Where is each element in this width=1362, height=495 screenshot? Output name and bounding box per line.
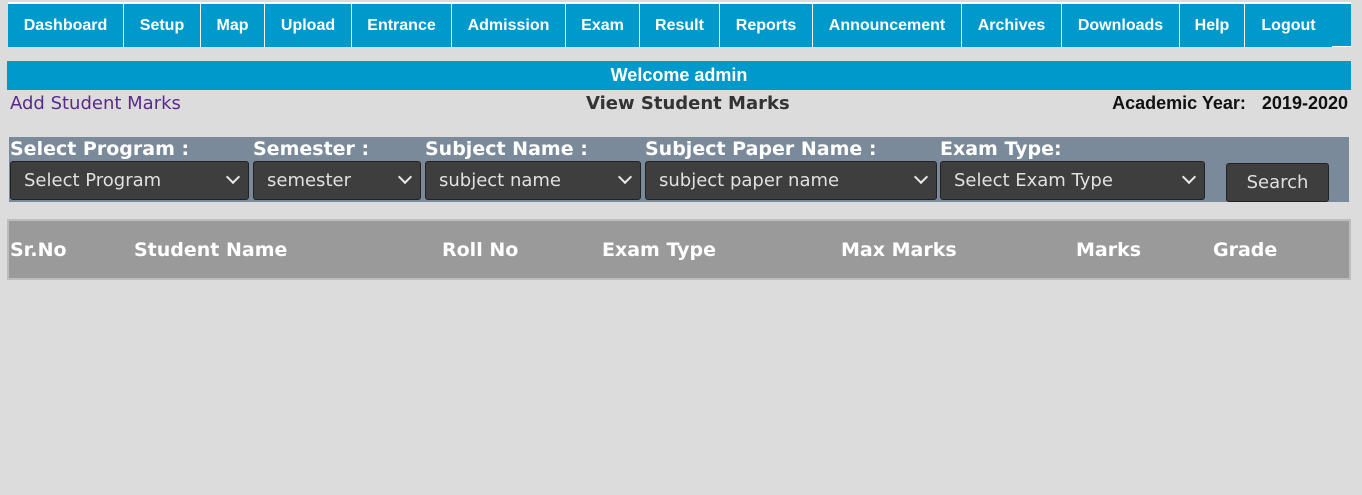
academic-year-label: Academic Year: (1112, 93, 1246, 113)
paper-select[interactable]: subject paper name (645, 161, 937, 200)
chevron-down-icon (617, 169, 633, 185)
search-area: Search (1207, 137, 1349, 202)
chevron-down-icon (225, 169, 241, 185)
column-header-max-marks: Max Marks (841, 239, 957, 261)
chevron-down-icon (913, 169, 929, 185)
view-student-marks-title: View Student Marks (586, 93, 790, 114)
column-header-srno: Sr.No (10, 239, 67, 261)
nav-item-setup[interactable]: Setup (124, 4, 201, 47)
nav-item-downloads[interactable]: Downloads (1062, 4, 1180, 47)
paper-select-value: subject paper name (659, 170, 840, 191)
exam-type-select-value: Select Exam Type (954, 170, 1113, 191)
academic-year-value: 2019-2020 (1261, 93, 1348, 113)
program-label: Select Program : (10, 138, 190, 160)
subject-filter: Subject Name : subject name (424, 137, 642, 202)
add-student-marks-link[interactable]: Add Student Marks (10, 93, 181, 114)
nav-item-upload[interactable]: Upload (265, 4, 352, 47)
chevron-down-icon (397, 169, 413, 185)
semester-filter: Semester : semester (252, 137, 422, 202)
column-header-student-name: Student Name (134, 239, 288, 261)
nav-filler (1332, 4, 1351, 47)
nav-item-announcement[interactable]: Announcement (813, 4, 962, 47)
semester-select-value: semester (267, 170, 351, 191)
top-nav-bar: Dashboard Setup Map Upload Entrance Admi… (8, 2, 1351, 47)
exam-type-filter: Exam Type: Select Exam Type (939, 137, 1205, 202)
filter-bar: Select Program : Select Program Semester… (9, 137, 1349, 202)
exam-type-label: Exam Type: (940, 138, 1062, 160)
subject-select[interactable]: subject name (425, 161, 641, 200)
marks-table-header: Sr.No Student Name Roll No Exam Type Max… (7, 219, 1351, 280)
nav-item-dashboard[interactable]: Dashboard (8, 4, 124, 47)
nav-item-map[interactable]: Map (201, 4, 265, 47)
nav-item-archives[interactable]: Archives (962, 4, 1062, 47)
subject-select-value: subject name (439, 170, 562, 191)
welcome-banner: Welcome admin (7, 61, 1351, 90)
search-button[interactable]: Search (1226, 163, 1329, 202)
column-header-exam-type: Exam Type (602, 239, 717, 261)
program-filter: Select Program : Select Program (9, 137, 250, 202)
program-select[interactable]: Select Program (10, 161, 249, 200)
semester-select[interactable]: semester (253, 161, 421, 200)
program-select-value: Select Program (24, 170, 162, 191)
nav-item-help[interactable]: Help (1180, 4, 1245, 47)
nav-item-exam[interactable]: Exam (566, 4, 640, 47)
column-header-grade: Grade (1213, 239, 1278, 261)
nav-item-reports[interactable]: Reports (720, 4, 813, 47)
nav-item-logout[interactable]: Logout (1245, 4, 1332, 47)
exam-type-select[interactable]: Select Exam Type (940, 161, 1205, 200)
academic-year: Academic Year: 2019-2020 (1112, 93, 1348, 114)
column-header-roll-no: Roll No (442, 239, 519, 261)
paper-label: Subject Paper Name : (645, 138, 877, 160)
nav-item-result[interactable]: Result (640, 4, 720, 47)
semester-label: Semester : (253, 138, 370, 160)
nav-item-admission[interactable]: Admission (452, 4, 566, 47)
column-header-marks: Marks (1076, 239, 1142, 261)
nav-item-entrance[interactable]: Entrance (352, 4, 452, 47)
paper-filter: Subject Paper Name : subject paper name (644, 137, 937, 202)
subject-label: Subject Name : (425, 138, 588, 160)
chevron-down-icon (1181, 169, 1197, 185)
